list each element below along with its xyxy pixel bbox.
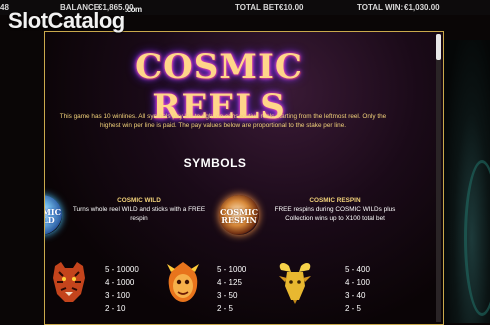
scrollbar-track[interactable]: [436, 34, 441, 322]
cosmic-respin-title: COSMIC RESPIN: [309, 197, 361, 204]
tiger-pays: 5 - 10000 4 - 1000 3 - 100 2 - 10: [105, 263, 139, 315]
cosmic-respin-text: FREE respins during COSMIC WILDs plus Co…: [274, 205, 396, 222]
goat-pay-4: 4 - 100: [345, 278, 370, 287]
fire-monkey-pay-3: 3 - 50: [217, 291, 238, 300]
cosmic-respin-info: COSMIC RESPIN FREE respins during COSMIC…: [267, 197, 403, 223]
tiger-pay-3: 3 - 100: [105, 291, 130, 300]
goat-pays: 5 - 400 4 - 100 3 - 40 2 - 5: [345, 263, 370, 315]
tiger-pay-4: 4 - 1000: [105, 278, 135, 287]
cosmic-wild-info: COSMIC WILD Turns whole reel WILD and st…: [69, 197, 209, 223]
reel-background-decoration: [444, 40, 490, 323]
goat-pay-5: 5 - 400: [345, 265, 370, 274]
fire-monkey-pay-5: 5 - 1000: [217, 265, 247, 274]
fire-monkey-icon: [167, 262, 199, 302]
total-win-value: €1,030.00: [404, 3, 440, 12]
cosmic-wild-title: COSMIC WILD: [117, 197, 161, 204]
scrollbar-thumb[interactable]: [436, 34, 441, 60]
cosmic-respin-icon-text: COSMIC RESPIN: [219, 207, 259, 225]
goat-pay-2: 2 - 5: [345, 304, 362, 313]
paytable-panel[interactable]: COSMIC REELS This game has 10 winlines. …: [44, 31, 444, 325]
total-bet-label: TOTAL BET: [235, 3, 279, 12]
tiger-pay-5: 5 - 10000: [105, 265, 139, 274]
fire-monkey-pay-2: 2 - 5: [217, 304, 234, 313]
symbols-heading: SYMBOLS: [183, 156, 247, 170]
fire-monkey-pay-4: 4 - 125: [217, 278, 242, 287]
watermark-suffix: .com: [125, 5, 142, 14]
cosmic-wild-text: Turns whole reel WILD and sticks with a …: [72, 205, 206, 222]
tiger-icon: [53, 262, 85, 302]
cosmic-wild-icon-text: COSMIC WILD: [45, 207, 62, 225]
total-bet-value: €10.00: [279, 3, 304, 12]
rules-description: This game has 10 winlines. All symbols p…: [59, 113, 387, 129]
goat-icon: [279, 263, 311, 304]
fire-monkey-pays: 5 - 1000 4 - 125 3 - 50 2 - 5: [217, 263, 246, 315]
watermark-text: SlotCatalog: [8, 8, 125, 33]
tiger-pay-2: 2 - 10: [105, 304, 126, 313]
total-win-label: TOTAL WIN:: [357, 3, 404, 12]
goat-pay-3: 3 - 40: [345, 291, 366, 300]
watermark-logo: SlotCatalog .com: [8, 5, 142, 34]
